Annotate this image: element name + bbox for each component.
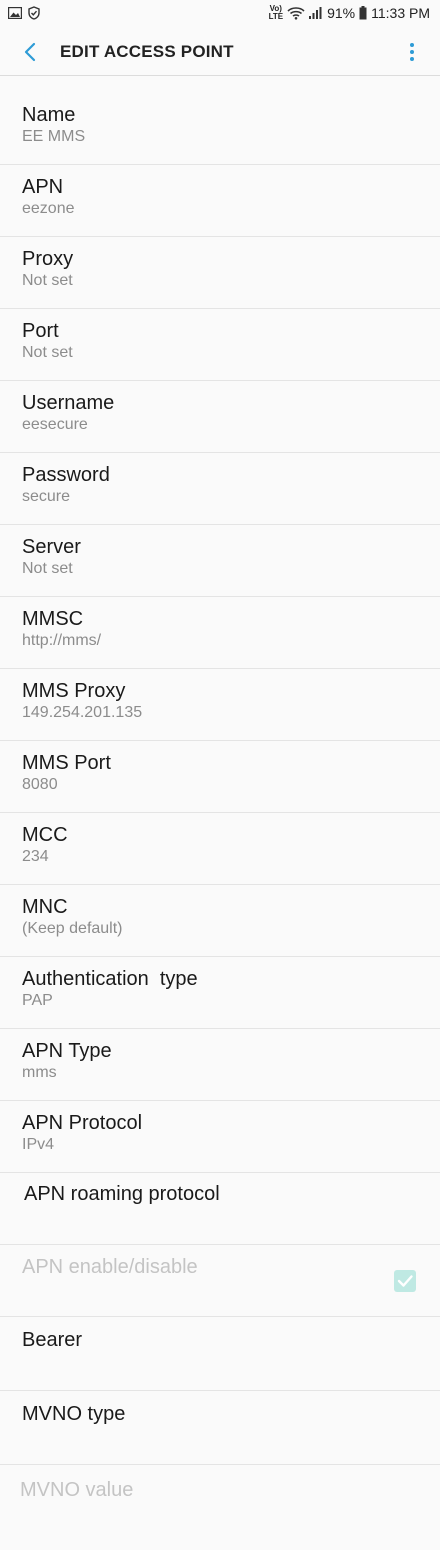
shield-notification-icon bbox=[28, 6, 40, 20]
setting-server[interactable]: Server Not set bbox=[0, 525, 440, 597]
setting-value: EE MMS bbox=[22, 128, 86, 145]
setting-proxy[interactable]: Proxy Not set bbox=[0, 237, 440, 309]
setting-title: APN enable/disable bbox=[22, 1256, 198, 1278]
setting-apn-protocol[interactable]: APN Protocol IPv4 bbox=[0, 1101, 440, 1173]
setting-value: 234 bbox=[22, 848, 49, 865]
apn-enable-checkbox bbox=[394, 1270, 416, 1292]
setting-title: APN Type bbox=[22, 1040, 112, 1062]
setting-title: MMSC bbox=[22, 608, 84, 630]
setting-value: eezone bbox=[22, 200, 75, 217]
setting-title: MMS Proxy bbox=[22, 680, 126, 702]
gallery-notification-icon bbox=[8, 7, 22, 19]
setting-title: Username bbox=[22, 392, 115, 414]
setting-value: Not set bbox=[22, 344, 73, 361]
setting-title: Bearer bbox=[22, 1329, 83, 1351]
setting-username[interactable]: Username eesecure bbox=[0, 381, 440, 453]
setting-apn-enable-disable: APN enable/disable bbox=[0, 1245, 440, 1317]
setting-title: MVNO type bbox=[22, 1403, 126, 1425]
more-options-icon[interactable] bbox=[406, 40, 418, 64]
checkmark-icon bbox=[397, 1275, 413, 1287]
setting-title: APN bbox=[22, 176, 64, 198]
setting-title: MCC bbox=[22, 824, 68, 846]
setting-apn-type[interactable]: APN Type mms bbox=[0, 1029, 440, 1101]
setting-value: PAP bbox=[22, 992, 53, 1009]
battery-icon bbox=[359, 6, 367, 20]
setting-title: Name bbox=[22, 104, 76, 126]
setting-value: 149.254.201.135 bbox=[22, 704, 143, 721]
status-left bbox=[8, 6, 40, 20]
setting-mcc[interactable]: MCC 234 bbox=[0, 813, 440, 885]
setting-title: APN roaming protocol bbox=[24, 1183, 220, 1205]
app-bar: EDIT ACCESS POINT bbox=[0, 28, 440, 76]
back-icon[interactable] bbox=[18, 38, 46, 66]
setting-title: MNC bbox=[22, 896, 68, 918]
setting-title: Password bbox=[22, 464, 110, 486]
setting-name[interactable]: Name EE MMS bbox=[0, 93, 440, 165]
setting-title: Port bbox=[22, 320, 59, 342]
setting-apn[interactable]: APN eezone bbox=[0, 165, 440, 237]
apn-settings-list: Name EE MMS APN eezone Proxy Not set Por… bbox=[0, 93, 440, 1536]
setting-password[interactable]: Password secure bbox=[0, 453, 440, 525]
status-bar: Vo) LTE 91% 11:33 PM bbox=[0, 0, 440, 28]
setting-title: MMS Port bbox=[22, 752, 111, 774]
setting-bearer[interactable]: Bearer bbox=[0, 1317, 440, 1391]
setting-mms-port[interactable]: MMS Port 8080 bbox=[0, 741, 440, 813]
setting-value: (Keep default) bbox=[22, 920, 123, 937]
volte-indicator: Vo) LTE bbox=[268, 4, 284, 21]
setting-title: APN Protocol bbox=[22, 1112, 143, 1134]
setting-mms-proxy[interactable]: MMS Proxy 149.254.201.135 bbox=[0, 669, 440, 741]
setting-value: eesecure bbox=[22, 416, 88, 433]
status-right: Vo) LTE 91% 11:33 PM bbox=[268, 4, 430, 22]
setting-title: MVNO value bbox=[20, 1479, 134, 1501]
setting-value: mms bbox=[22, 1064, 57, 1081]
setting-value: secure bbox=[22, 488, 71, 505]
setting-title: Server bbox=[22, 536, 81, 558]
setting-value: 8080 bbox=[22, 776, 58, 793]
setting-value: IPv4 bbox=[22, 1136, 55, 1153]
page-title: EDIT ACCESS POINT bbox=[60, 42, 234, 61]
signal-icon bbox=[309, 7, 322, 19]
setting-value: Not set bbox=[22, 560, 73, 577]
setting-mnc[interactable]: MNC (Keep default) bbox=[0, 885, 440, 957]
setting-mvno-value: MVNO value bbox=[0, 1465, 440, 1536]
setting-apn-roaming-protocol[interactable]: APN roaming protocol bbox=[0, 1173, 440, 1245]
battery-percent: 91% bbox=[327, 5, 356, 21]
setting-value: http://mms/ bbox=[22, 632, 102, 649]
setting-port[interactable]: Port Not set bbox=[0, 309, 440, 381]
setting-title: Authentication type bbox=[22, 968, 198, 990]
wifi-icon bbox=[287, 7, 305, 20]
setting-mmsc[interactable]: MMSC http://mms/ bbox=[0, 597, 440, 669]
setting-value: Not set bbox=[22, 272, 73, 289]
setting-mvno-type[interactable]: MVNO type bbox=[0, 1391, 440, 1465]
setting-title: Proxy bbox=[22, 248, 74, 270]
clock: 11:33 PM bbox=[371, 5, 430, 21]
setting-authentication-type[interactable]: Authentication type PAP bbox=[0, 957, 440, 1029]
